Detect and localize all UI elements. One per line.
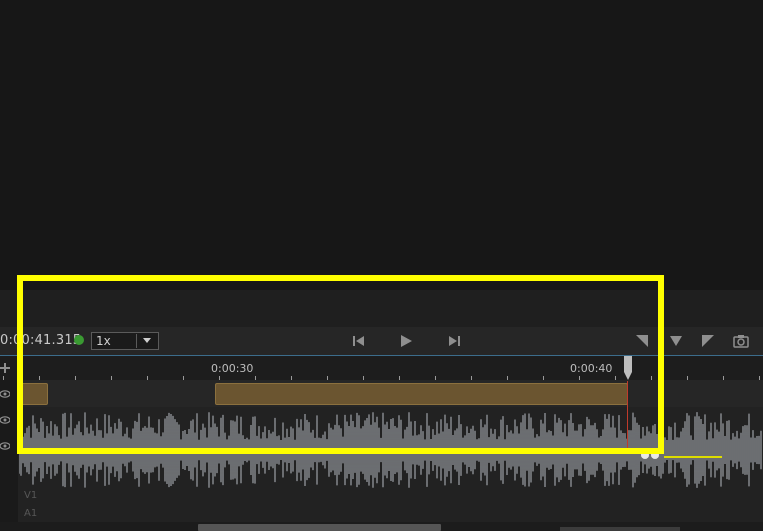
ruler-label: 0:00:30: [211, 362, 254, 375]
mark-out-icon[interactable]: [700, 333, 716, 349]
keyframe-tail: [664, 456, 722, 458]
plus-icon[interactable]: [0, 362, 10, 374]
secondary-scrollbar-thumb[interactable]: [560, 527, 680, 531]
eye-icon[interactable]: [0, 416, 10, 424]
video-clip[interactable]: [215, 383, 628, 405]
playhead-line: [627, 381, 628, 454]
scrollbar-thumb[interactable]: [198, 524, 441, 531]
eye-icon[interactable]: [0, 442, 10, 450]
skip-previous-icon[interactable]: [351, 333, 367, 349]
play-icon[interactable]: [398, 333, 414, 349]
video-preview-area: [0, 0, 763, 290]
speed-value: 1x: [96, 334, 111, 348]
track-label: A1: [24, 508, 38, 519]
marker-icon[interactable]: [668, 333, 684, 349]
keyframe-handles[interactable]: [640, 450, 664, 460]
speed-select[interactable]: 1x: [91, 332, 159, 350]
ruler-label: 0:00:40: [570, 362, 613, 375]
chevron-down-icon: [143, 338, 151, 343]
track-header-gutter: [0, 380, 18, 531]
camera-icon[interactable]: [733, 333, 749, 349]
mark-in-icon[interactable]: [634, 333, 650, 349]
track-label: V1: [24, 490, 38, 501]
timeline-ruler[interactable]: 0:00:30 0:00:40: [0, 355, 763, 380]
playhead-handle[interactable]: [624, 356, 632, 380]
video-clip[interactable]: [19, 383, 48, 405]
skip-next-icon[interactable]: [446, 333, 462, 349]
status-indicator: [74, 335, 84, 345]
select-divider: [136, 334, 137, 348]
eye-icon[interactable]: [0, 390, 10, 398]
preview-bottom-strip: [0, 290, 763, 327]
timecode-display[interactable]: 0:00:41.315: [0, 333, 81, 348]
